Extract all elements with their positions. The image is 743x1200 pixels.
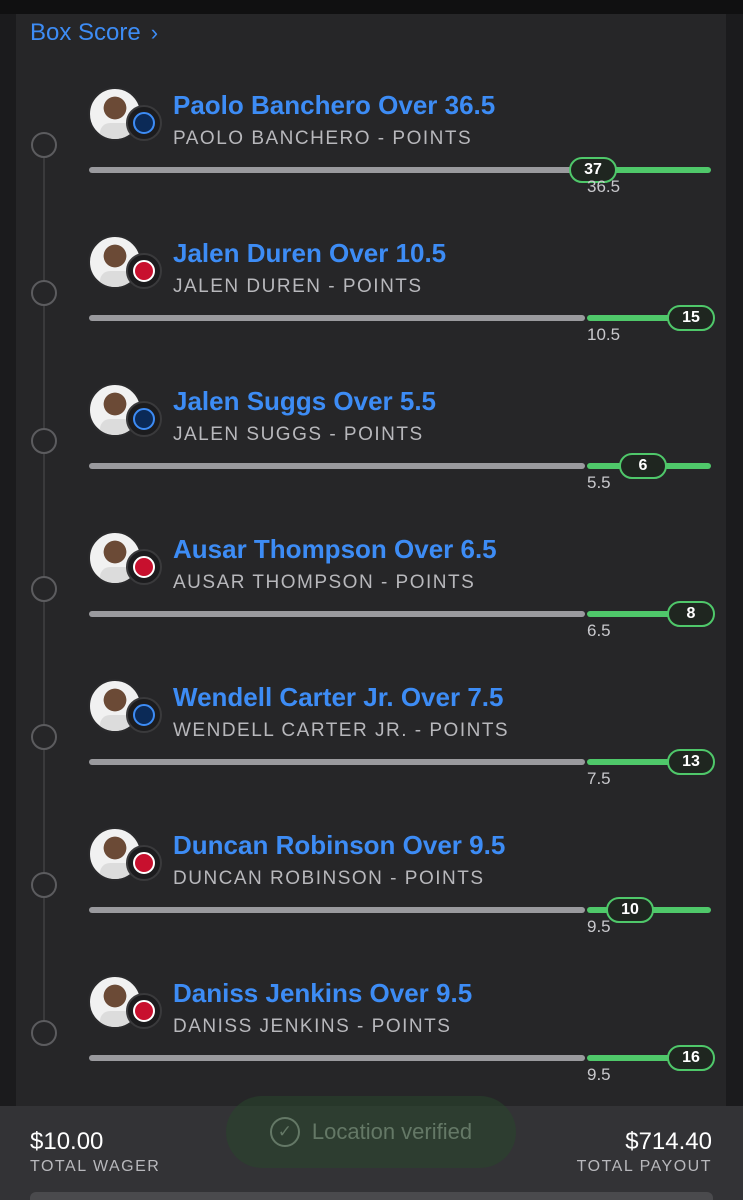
progress-track xyxy=(89,315,585,321)
leg-title[interactable]: Jalen Suggs Over 5.5 xyxy=(173,386,436,417)
leg-title[interactable]: Paolo Banchero Over 36.5 xyxy=(173,90,495,121)
line-value-label: 10.5 xyxy=(587,325,621,344)
progress-track xyxy=(89,167,585,173)
leg-subtitle: PAOLO BANCHERO - POINTS xyxy=(173,128,473,149)
actual-stat-pill: 16 xyxy=(667,1045,715,1071)
leg-subtitle: JALEN SUGGS - POINTS xyxy=(173,424,424,445)
progress-track xyxy=(89,463,585,469)
timeline-node xyxy=(31,724,57,750)
progress-track xyxy=(89,611,585,617)
total-payout-amount: $714.40 xyxy=(625,1128,712,1155)
leg-subtitle: WENDELL CARTER JR. - POINTS xyxy=(173,720,510,741)
leg-title[interactable]: Daniss Jenkins Over 9.5 xyxy=(173,978,472,1009)
progress-track xyxy=(89,759,585,765)
team-logo-icon xyxy=(126,253,162,289)
team-logo-icon xyxy=(126,549,162,585)
team-logo-icon xyxy=(126,845,162,881)
box-score-link[interactable]: Box Score › xyxy=(30,18,158,48)
total-wager-amount: $10.00 xyxy=(30,1128,104,1155)
leg-row[interactable]: Jalen Duren Over 10.5 JALEN DUREN - POINT… xyxy=(0,232,743,380)
timeline-node xyxy=(31,1020,57,1046)
check-circle-icon: ✓ xyxy=(269,1117,300,1147)
timeline-node xyxy=(31,872,57,898)
line-value-label: 7.5 xyxy=(587,769,611,788)
line-value-label: 9.5 xyxy=(587,1065,611,1084)
progress-track xyxy=(89,907,585,913)
leg-row[interactable]: Duncan Robinson Over 9.5 DUNCAN ROBINSON … xyxy=(0,824,743,972)
leg-row[interactable]: Jalen Suggs Over 5.5 JALEN SUGGS - POINTS… xyxy=(0,380,743,528)
leg-subtitle: JALEN DUREN - POINTS xyxy=(173,276,423,297)
team-logo-icon xyxy=(126,401,162,437)
actual-stat-pill: 13 xyxy=(667,749,715,775)
leg-title[interactable]: Duncan Robinson Over 9.5 xyxy=(173,830,505,861)
location-verified-badge: ✓ Location verified xyxy=(226,1096,516,1168)
timeline-node xyxy=(31,576,57,602)
leg-row[interactable]: Wendell Carter Jr. Over 7.5 WENDELL CARTE… xyxy=(0,676,743,824)
top-edge xyxy=(0,0,743,14)
box-score-label: Box Score xyxy=(30,19,141,46)
line-value-label: 9.5 xyxy=(587,917,611,936)
total-payout-label: TOTAL PAYOUT xyxy=(576,1158,712,1175)
leg-subtitle: AUSAR THOMPSON - POINTS xyxy=(173,572,476,593)
total-wager-label: TOTAL WAGER xyxy=(30,1158,161,1175)
line-value-label: 36.5 xyxy=(587,177,621,196)
leg-title[interactable]: Jalen Duren Over 10.5 xyxy=(173,238,446,269)
team-logo-icon xyxy=(126,105,162,141)
bottom-sheet-handle[interactable] xyxy=(30,1192,713,1200)
actual-stat-pill: 10 xyxy=(606,897,654,923)
leg-subtitle: DANISS JENKINS - POINTS xyxy=(173,1016,452,1037)
timeline-node xyxy=(31,132,57,158)
leg-title[interactable]: Wendell Carter Jr. Over 7.5 xyxy=(173,682,503,713)
location-label: Location verified xyxy=(311,1119,473,1144)
line-value-label: 5.5 xyxy=(587,473,611,492)
timeline-node xyxy=(31,428,57,454)
leg-row[interactable]: Paolo Banchero Over 36.5 PAOLO BANCHERO -… xyxy=(0,84,743,232)
progress-track xyxy=(89,1055,585,1061)
leg-row[interactable]: Ausar Thompson Over 6.5 AUSAR THOMPSON - … xyxy=(0,528,743,676)
timeline-node xyxy=(31,280,57,306)
actual-stat-pill: 15 xyxy=(667,305,715,331)
team-logo-icon xyxy=(126,993,162,1029)
chevron-right-icon: › xyxy=(150,20,159,45)
leg-title[interactable]: Ausar Thompson Over 6.5 xyxy=(173,534,497,565)
team-logo-icon xyxy=(126,697,162,733)
line-value-label: 6.5 xyxy=(587,621,611,640)
leg-subtitle: DUNCAN ROBINSON - POINTS xyxy=(173,868,485,889)
actual-stat-pill: 6 xyxy=(619,453,667,479)
actual-stat-pill: 8 xyxy=(667,601,715,627)
